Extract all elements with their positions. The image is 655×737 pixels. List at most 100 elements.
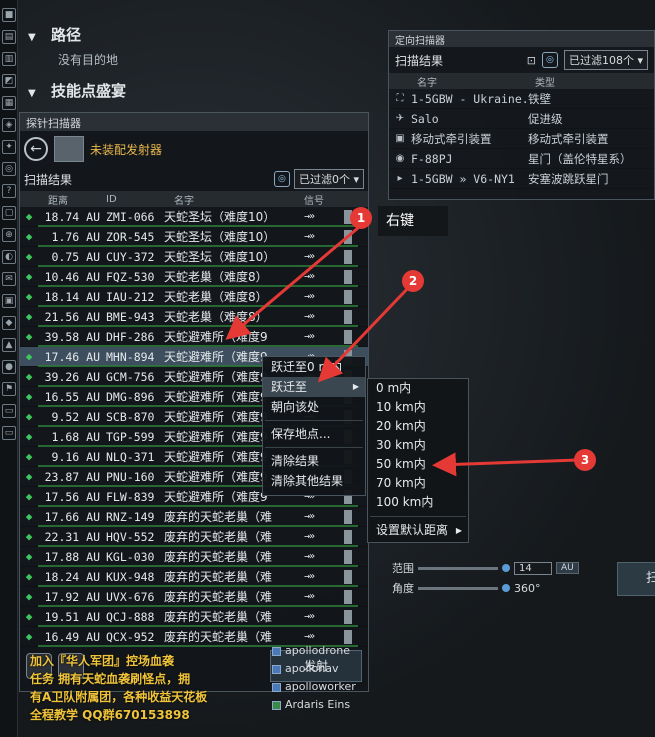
range-slider[interactable]	[418, 566, 498, 570]
dscan-button[interactable]: 扫	[617, 562, 655, 596]
table-row[interactable]: ◆ 19.51 AU QCJ-888 废弃的天蛇老巢（难 →»	[20, 607, 368, 627]
menu-set-default-distance[interactable]: 设置默认距离 ▶	[368, 521, 468, 540]
neocom-icon[interactable]: ▭	[2, 426, 16, 440]
step-badge: 3	[574, 449, 596, 471]
collapse-icon[interactable]: ▼	[28, 88, 36, 99]
neocom-icon[interactable]: ⊕	[2, 228, 16, 242]
col-name[interactable]: 名字	[417, 74, 535, 89]
object-type: 铁壁	[528, 91, 551, 106]
menu-warp-10km[interactable]: 10 km内	[368, 398, 468, 417]
cosmic-signature-icon: ◆	[25, 530, 33, 543]
list-item[interactable]: Ardaris Eins	[272, 696, 372, 714]
angle-slider-handle[interactable]	[502, 584, 510, 592]
menu-clear-result[interactable]: 清除结果	[263, 451, 365, 471]
angle-slider[interactable]	[418, 586, 498, 590]
col-type[interactable]: 类型	[535, 74, 653, 89]
dscan-settings-icon[interactable]: ⊡	[527, 54, 536, 67]
table-row[interactable]: ◆ 39.58 AU DHF-286 天蛇避难所（难度9 →»	[20, 327, 368, 347]
scrollbar[interactable]	[344, 549, 352, 564]
neocom-icon[interactable]: ▦	[2, 96, 16, 110]
table-row[interactable]: ◉ F-88PJ 星门（盖伦特星系）	[389, 149, 654, 169]
scrollbar[interactable]	[344, 569, 352, 584]
table-row[interactable]: ◆ 18.24 AU KUX-948 废弃的天蛇老巢（难 →»	[20, 567, 368, 587]
neocom-icon[interactable]: ✦	[2, 140, 16, 154]
range-input[interactable]: 14	[514, 561, 552, 575]
neocom-icon[interactable]: ◎	[2, 162, 16, 176]
table-row[interactable]: ◆ 10.46 AU FQZ-530 天蛇老巢（难度8） →»	[20, 267, 368, 287]
menu-warp-70km[interactable]: 70 km内	[368, 474, 468, 493]
menu-warp-30km[interactable]: 30 km内	[368, 436, 468, 455]
neocom-icon[interactable]: ✉	[2, 272, 16, 286]
table-row[interactable]: ◆ 17.88 AU KGL-030 废弃的天蛇老巢（难 →»	[20, 547, 368, 567]
neocom-icon[interactable]: ◐	[2, 250, 16, 264]
neocom-icon[interactable]: ▲	[2, 338, 16, 352]
menu-warp-50km[interactable]: 50 km内	[368, 455, 468, 474]
neocom-icon[interactable]: ▤	[2, 30, 16, 44]
result-distance: 9.52 AU	[51, 409, 100, 424]
scrollbar[interactable]	[344, 229, 352, 244]
scrollbar[interactable]	[344, 289, 352, 304]
menu-align-to[interactable]: 朝向该处	[263, 397, 365, 417]
standing-icon	[272, 664, 281, 674]
table-row[interactable]: ◆ 17.92 AU UVX-676 废弃的天蛇老巢（难 →»	[20, 587, 368, 607]
back-icon[interactable]: ←	[24, 137, 48, 161]
neocom-icon[interactable]: ▭	[2, 404, 16, 418]
list-item[interactable]: apollodrone	[272, 642, 372, 660]
neocom-icon[interactable]: ?	[2, 184, 16, 198]
collapse-icon[interactable]: ▼	[28, 32, 36, 43]
route-panel[interactable]: ▼ 路径 没有目的地	[28, 24, 118, 68]
menu-warp-100km[interactable]: 100 km内	[368, 493, 468, 512]
range-slider-handle[interactable]	[502, 564, 510, 572]
dscan-filter-icon[interactable]: ◎	[541, 52, 558, 68]
neocom-icon[interactable]: ▥	[2, 52, 16, 66]
dscan-filter-select[interactable]: 已过滤108个 ▾	[563, 50, 648, 70]
scrollbar[interactable]	[344, 249, 352, 264]
menu-save-location[interactable]: 保存地点...	[263, 424, 365, 444]
table-row[interactable]: ◆ 0.75 AU CUY-372 天蛇圣坛（难度10） →»	[20, 247, 368, 267]
scrollbar[interactable]	[344, 329, 352, 344]
table-row[interactable]: ◆ 17.66 AU RNZ-149 废弃的天蛇老巢（难 →»	[20, 507, 368, 527]
neocom-icon[interactable]: ▢	[2, 206, 16, 220]
menu-warp-to[interactable]: 跃迁至 ▶	[263, 377, 365, 397]
neocom-icon[interactable]: ◆	[2, 316, 16, 330]
scrollbar[interactable]	[344, 609, 352, 624]
col-id[interactable]: ID	[106, 194, 164, 205]
filter-settings-icon[interactable]: ◎	[273, 171, 290, 187]
neocom-icon[interactable]: ▣	[2, 294, 16, 308]
object-type-icon: ⛶	[396, 93, 404, 104]
list-item[interactable]: apollonav	[272, 660, 372, 678]
table-row[interactable]: ▣ 移动式牵引装置 移动式牵引装置	[389, 129, 654, 149]
table-row[interactable]: ◆ 18.14 AU IAU-212 天蛇老巢（难度8） →»	[20, 287, 368, 307]
neocom-icon[interactable]: ●	[2, 360, 16, 374]
menu-warp-to-zero[interactable]: 跃迁至0 m内	[263, 357, 365, 377]
table-row[interactable]: ◆ 22.31 AU HQV-552 废弃的天蛇老巢（难 →»	[20, 527, 368, 547]
scrollbar[interactable]	[344, 269, 352, 284]
menu-clear-other-results[interactable]: 清除其他结果	[263, 471, 365, 491]
menu-warp-20km[interactable]: 20 km内	[368, 417, 468, 436]
table-row[interactable]: ◆ 18.74 AU ZMI-066 天蛇圣坛（难度10） →»	[20, 207, 368, 227]
neocom-icon[interactable]: ◈	[2, 118, 16, 132]
table-row[interactable]: ◆ 1.76 AU ZOR-545 天蛇圣坛（难度10） →»	[20, 227, 368, 247]
table-row[interactable]: ✈ Salo 促进级	[389, 109, 654, 129]
scrollbar[interactable]	[344, 589, 352, 604]
col-signal[interactable]: 信号	[304, 192, 344, 207]
neocom-icon[interactable]: ◩	[2, 74, 16, 88]
table-row[interactable]: ▸ 1-5GBW » V6-NY1 安塞波跳跃星门	[389, 169, 654, 189]
scrollbar[interactable]	[344, 309, 352, 324]
menu-warp-0m[interactable]: 0 m内	[368, 379, 468, 398]
result-id: GCM-756	[106, 369, 155, 384]
results-label: 扫描结果	[24, 172, 73, 187]
cosmic-signature-icon: ◆	[25, 390, 33, 403]
scrollbar[interactable]	[344, 509, 352, 524]
scrollbar[interactable]	[344, 529, 352, 544]
list-item[interactable]: apolloworker	[272, 678, 372, 696]
table-row[interactable]: ⛶ 1-5GBW - Ukraine. 铁壁	[389, 89, 654, 109]
skill-panel[interactable]: ▼ 技能点盛宴	[28, 80, 126, 101]
table-row[interactable]: ◆ 21.56 AU BME-943 天蛇老巢（难度8） →»	[20, 307, 368, 327]
range-unit-select[interactable]: AU	[556, 562, 579, 574]
neocom-icon[interactable]: ⚑	[2, 382, 16, 396]
neocom-icon[interactable]: ■	[2, 8, 16, 22]
filter-select[interactable]: 已过滤0个 ▾	[293, 169, 364, 189]
col-name[interactable]: 名字	[164, 192, 304, 207]
col-distance[interactable]: 距离	[38, 192, 106, 207]
